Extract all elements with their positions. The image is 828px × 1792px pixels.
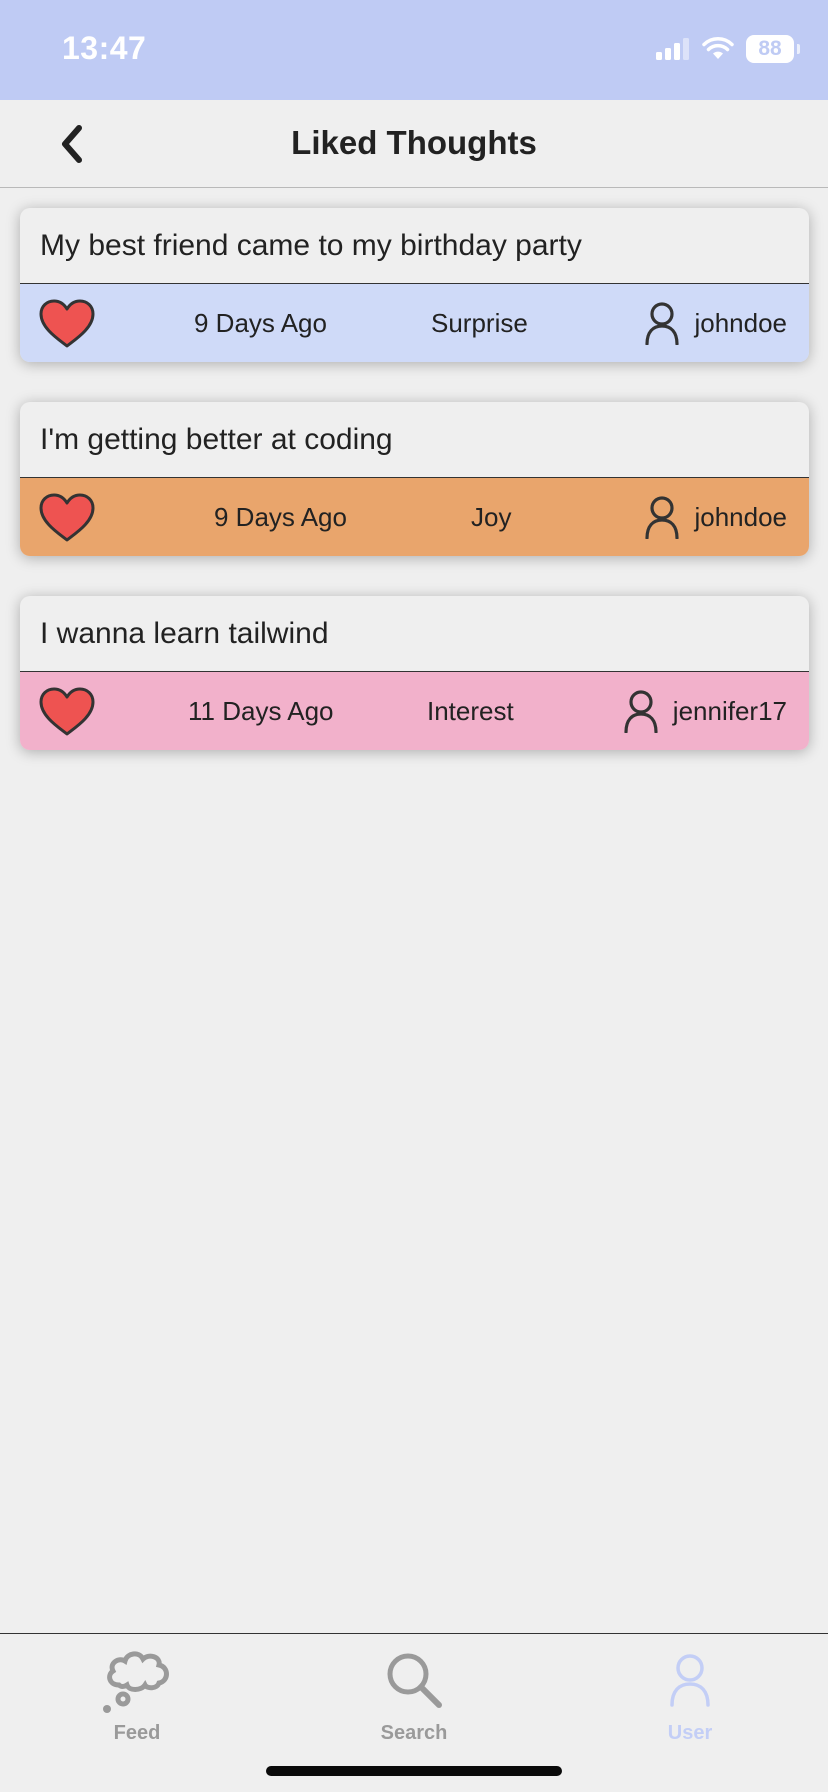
thought-card[interactable]: My best friend came to my birthday party… [20, 208, 809, 362]
tab-label: Feed [113, 1722, 161, 1744]
like-button[interactable] [38, 492, 96, 544]
thought-text: I wanna learn tailwind [20, 596, 809, 672]
like-button[interactable] [38, 298, 96, 350]
wifi-icon [702, 37, 734, 59]
battery-indicator: 88 [746, 35, 800, 63]
user-icon [669, 1640, 711, 1720]
thought-text: My best friend came to my birthday party [20, 208, 809, 284]
thought-footer: 11 Days Ago Interest jennifer17 [20, 672, 809, 750]
thought-emotion: Joy [471, 501, 512, 532]
heart-icon [39, 493, 95, 542]
thought-time: 9 Days Ago [214, 501, 347, 532]
like-button[interactable] [38, 686, 96, 738]
tab-feed[interactable]: Feed [37, 1640, 237, 1760]
home-indicator [266, 1766, 562, 1776]
page-title: Liked Thoughts [291, 124, 537, 161]
author-name: johndoe [694, 501, 787, 532]
author-name: johndoe [694, 307, 787, 338]
tab-search[interactable]: Search [314, 1640, 514, 1760]
tab-label: User [667, 1722, 713, 1744]
thought-text: I'm getting better at coding [20, 402, 809, 478]
thought-cloud-icon [99, 1640, 175, 1720]
signal-icon [656, 38, 689, 60]
thought-author[interactable]: jennifer17 [623, 672, 787, 750]
thought-author[interactable]: johndoe [644, 284, 787, 362]
thought-time: 11 Days Ago [188, 695, 334, 726]
user-icon [645, 496, 680, 539]
status-bar: 13:47 88 [0, 0, 828, 100]
tab-label: Search [380, 1722, 448, 1744]
author-name: jennifer17 [672, 695, 787, 726]
thought-author[interactable]: johndoe [644, 478, 787, 556]
status-time: 13:47 [62, 30, 147, 66]
thought-footer: 9 Days Ago Joy johndoe [20, 478, 809, 556]
thought-footer: 9 Days Ago Surprise johndoe [20, 284, 809, 362]
thought-emotion: Surprise [431, 307, 528, 338]
thought-emotion: Interest [427, 695, 514, 726]
search-icon [384, 1640, 444, 1720]
user-icon [645, 302, 680, 345]
nav-header: Liked Thoughts [0, 100, 828, 188]
user-icon [624, 690, 658, 733]
thought-time: 9 Days Ago [194, 307, 327, 338]
tab-user[interactable]: User [590, 1640, 790, 1760]
heart-icon [39, 687, 95, 736]
heart-icon [39, 299, 95, 348]
thought-list: My best friend came to my birthday party… [20, 208, 809, 790]
status-icons: 88 [656, 34, 800, 64]
thought-card[interactable]: I wanna learn tailwind 11 Days Ago Inter… [20, 596, 809, 750]
thought-card[interactable]: I'm getting better at coding 9 Days Ago … [20, 402, 809, 556]
